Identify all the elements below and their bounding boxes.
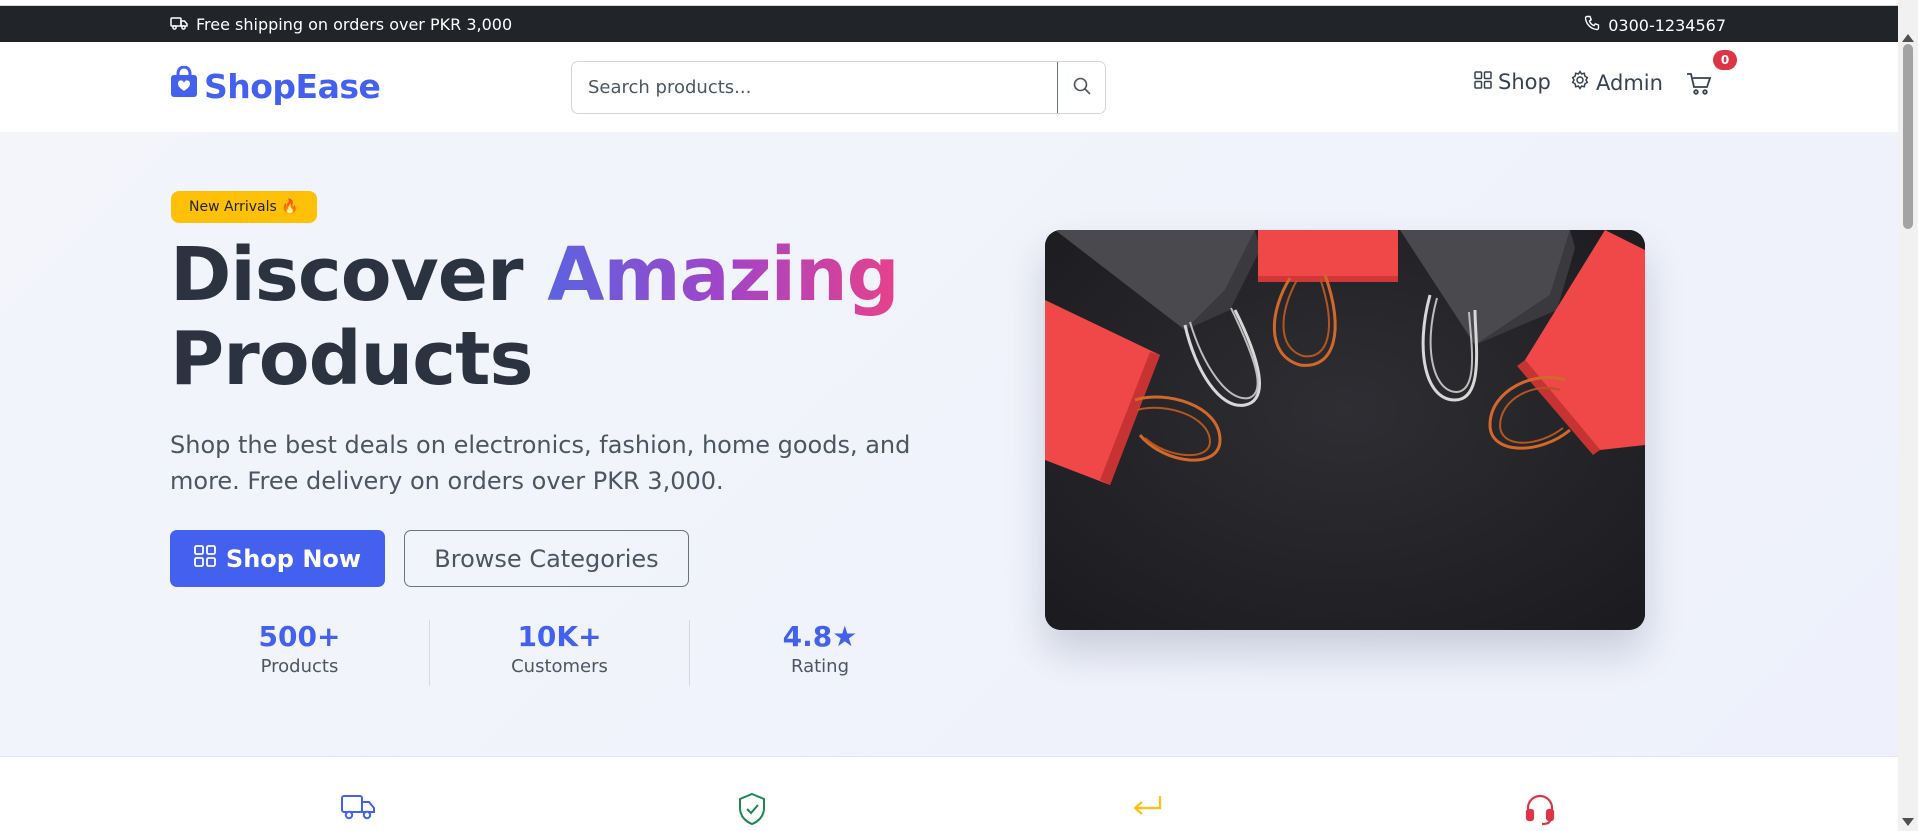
- hero-section: New Arrivals 🔥 Discover Amazing Products…: [0, 133, 1898, 757]
- hero-stats: 500+ Products 10K+ Customers 4.8★ Rating: [170, 620, 950, 686]
- stat-customers: 10K+ Customers: [430, 620, 690, 686]
- shop-now-label: Shop Now: [225, 544, 362, 573]
- search-bar: [571, 61, 1106, 114]
- page-scrollbar[interactable]: [1898, 0, 1918, 831]
- hero-title-part2: Products: [170, 316, 534, 402]
- stat-value: 10K+: [517, 620, 602, 653]
- announcement-bar: Free shipping on orders over PKR 3,000 0…: [0, 6, 1898, 42]
- stat-rating: 4.8★ Rating: [690, 620, 950, 686]
- stat-value: 500+: [258, 620, 341, 653]
- hero-title: Discover Amazing Products: [170, 232, 900, 402]
- shield-check-icon: [736, 792, 768, 830]
- stat-value: 4.8★: [782, 620, 858, 653]
- stat-label: Rating: [790, 656, 850, 677]
- shop-now-button[interactable]: Shop Now: [170, 530, 385, 587]
- nav-shop-label: Shop: [1498, 70, 1551, 94]
- contact-phone[interactable]: 0300-1234567: [1584, 15, 1726, 35]
- search-icon: [1072, 76, 1092, 100]
- site-logo[interactable]: ShopEase: [170, 65, 381, 106]
- grid-icon: [194, 544, 216, 573]
- free-shipping-notice: Free shipping on orders over PKR 3,000: [170, 15, 512, 34]
- nav-admin-link[interactable]: Admin: [1570, 70, 1663, 95]
- browse-categories-button[interactable]: Browse Categories: [404, 530, 689, 587]
- features-strip: [0, 758, 1898, 831]
- phone-number: 0300-1234567: [1608, 15, 1726, 35]
- cart-button[interactable]: [1686, 72, 1712, 100]
- search-input[interactable]: [572, 62, 1057, 113]
- stat-label: Customers: [511, 656, 608, 677]
- hero-title-highlight: Amazing: [547, 232, 899, 318]
- nav-admin-label: Admin: [1596, 70, 1663, 95]
- scrollbar-thumb[interactable]: [1903, 44, 1913, 229]
- nav-shop-link[interactable]: Shop: [1474, 70, 1551, 94]
- gear-icon: [1570, 70, 1590, 95]
- scroll-up-arrow[interactable]: [1902, 34, 1914, 42]
- hero-title-part1: Discover: [170, 232, 548, 318]
- new-arrivals-badge: New Arrivals 🔥: [171, 191, 317, 223]
- cart-icon: [1686, 73, 1712, 100]
- stat-label: Products: [260, 656, 339, 677]
- shopping-bag-icon: [170, 65, 198, 106]
- scroll-down-arrow[interactable]: [1902, 818, 1914, 826]
- logo-text: ShopEase: [204, 66, 381, 106]
- truck-icon: [170, 15, 188, 34]
- phone-icon: [1584, 15, 1600, 35]
- shipping-text: Free shipping on orders over PKR 3,000: [196, 15, 513, 34]
- grid-icon: [1474, 70, 1492, 94]
- truck-icon: [340, 792, 376, 826]
- search-button[interactable]: [1057, 62, 1105, 113]
- hero-description: Shop the best deals on electronics, fash…: [170, 431, 911, 495]
- headset-icon: [1524, 792, 1556, 830]
- cart-count-badge: 0: [1713, 50, 1737, 70]
- return-arrow-icon: [1130, 792, 1164, 826]
- stat-products: 500+ Products: [170, 620, 430, 686]
- hero-image-shopping-bags: [1045, 230, 1645, 630]
- site-header: ShopEase Shop: [0, 42, 1898, 132]
